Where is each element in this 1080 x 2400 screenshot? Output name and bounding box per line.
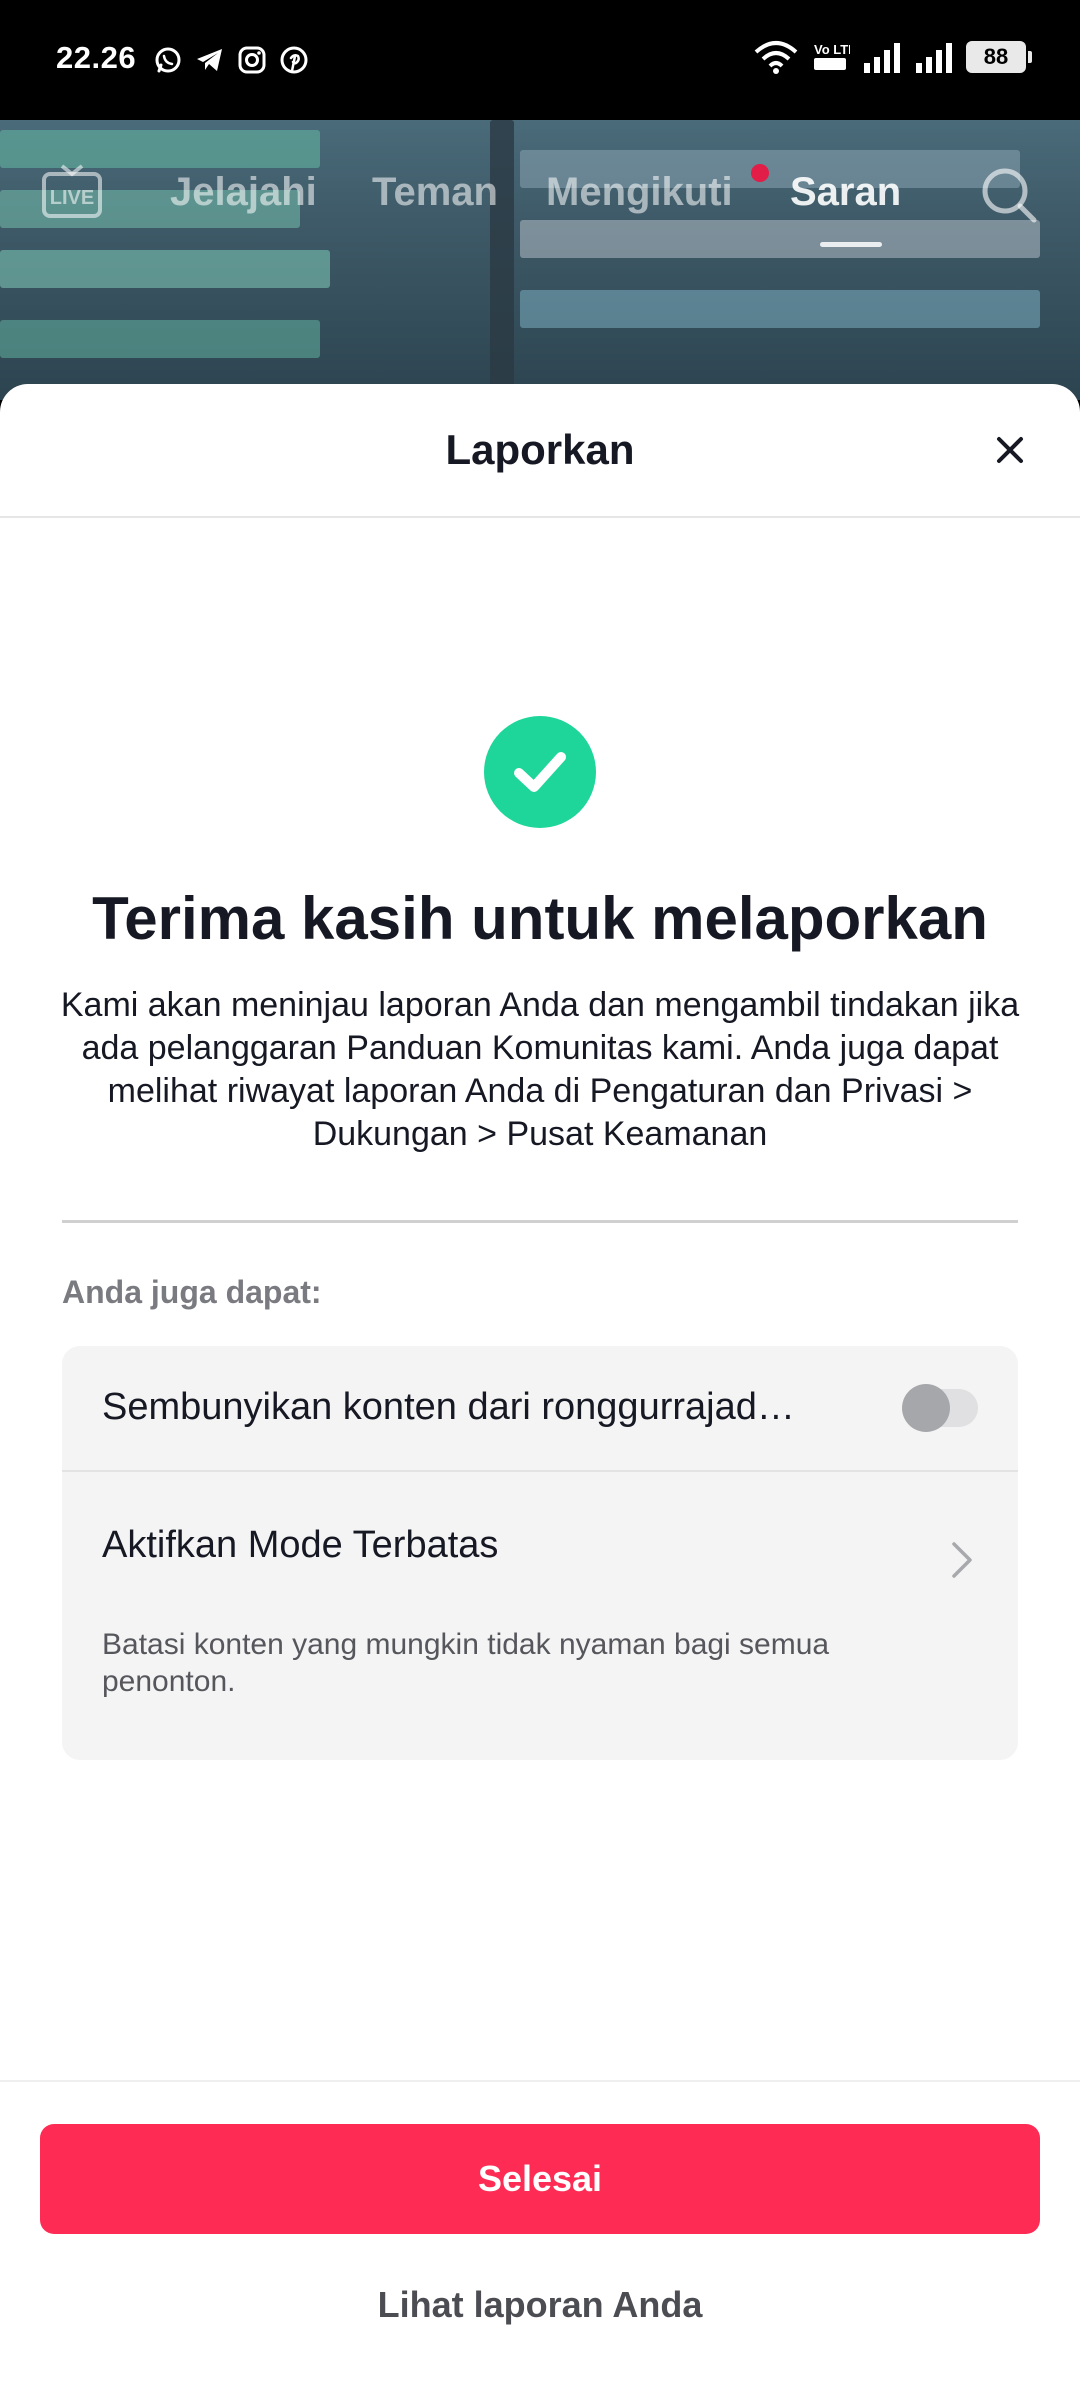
tab-mengikuti[interactable]: Mengikuti xyxy=(546,170,733,215)
telegram-icon xyxy=(197,49,222,71)
volte-icon: Vo LTE xyxy=(814,42,850,70)
search-icon[interactable] xyxy=(978,164,1040,226)
footer-divider xyxy=(0,2080,1080,2082)
hide-content-row: Sembunyikan konten dari ronggurrajad… xyxy=(62,1346,1018,1472)
hide-content-label: Sembunyikan konten dari ronggurrajad… xyxy=(102,1386,795,1428)
status-app-icons xyxy=(152,44,310,76)
signal-icon-2 xyxy=(916,43,952,73)
confirmation-title: Terima kasih untuk melaporkan xyxy=(92,885,988,952)
sheet-title: Laporkan xyxy=(445,426,635,473)
signal-icon-1 xyxy=(864,43,900,73)
wifi-icon xyxy=(754,41,798,74)
hide-content-toggle[interactable] xyxy=(902,1384,978,1432)
restricted-mode-description: Batasi konten yang mungkin tidak nyaman … xyxy=(102,1628,830,1698)
section-divider xyxy=(62,1220,1018,1223)
tab-saran[interactable]: Saran xyxy=(790,170,901,215)
live-label: LIVE xyxy=(50,187,94,209)
success-check-icon xyxy=(484,716,596,828)
tab-jelajahi[interactable]: Jelajahi xyxy=(170,170,317,215)
report-sheet: Laporkan Terima kasih untuk melaporkan K… xyxy=(0,384,1080,2400)
notification-dot xyxy=(751,164,769,182)
toggle-knob xyxy=(902,1384,950,1432)
restricted-mode-row[interactable]: Aktifkan Mode Terbatas Batasi konten yan… xyxy=(62,1474,1018,1760)
close-button[interactable] xyxy=(988,428,1032,472)
view-reports-link[interactable]: Lihat laporan Anda xyxy=(0,2284,1080,2326)
confirmation-body: Kami akan meninjau laporan Anda dan meng… xyxy=(60,986,1020,1153)
battery-indicator: 88 xyxy=(966,41,1032,73)
close-icon xyxy=(997,437,1023,463)
whatsapp-icon xyxy=(155,47,181,73)
instagram-icon xyxy=(238,46,266,74)
checkmark-icon xyxy=(514,752,566,792)
done-button[interactable]: Selesai xyxy=(40,2124,1040,2234)
tab-teman[interactable]: Teman xyxy=(372,170,498,215)
sheet-header: Laporkan xyxy=(0,384,1080,518)
status-bar: 22.26 Vo LTE xyxy=(0,0,1080,120)
chevron-right-icon xyxy=(952,1542,972,1578)
also-label: Anda juga dapat: xyxy=(62,1274,322,1310)
restricted-mode-label: Aktifkan Mode Terbatas xyxy=(102,1524,499,1566)
top-nav: LIVE Jelajahi Teman Mengikuti Saran xyxy=(0,120,1080,270)
live-icon[interactable]: LIVE xyxy=(40,162,104,220)
active-tab-indicator xyxy=(820,242,882,247)
options-card: Sembunyikan konten dari ronggurrajad… Ak… xyxy=(62,1346,1018,1760)
volte-label: Vo LTE xyxy=(814,42,850,57)
pinterest-icon xyxy=(280,46,308,74)
status-indicators: Vo LTE 88 xyxy=(754,40,1032,74)
status-time: 22.26 xyxy=(56,40,137,75)
